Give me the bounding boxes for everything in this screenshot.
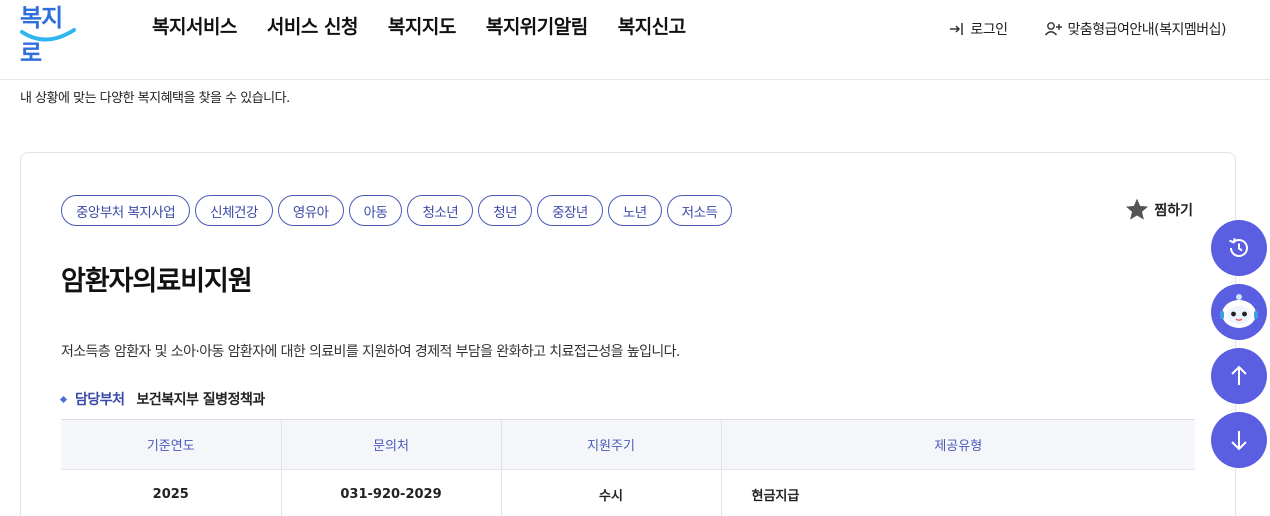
tag-central-ministry[interactable]: 중앙부처 복지사업 [61,195,191,226]
bookmark-label: 찜하기 [1154,202,1193,219]
table-row: 2025 031-920-2029 수시 현금지급 [61,469,1195,516]
logo-smile-icon [20,28,76,42]
tag-child[interactable]: 아동 [348,195,403,226]
logo[interactable]: 복지로 [18,0,80,67]
chatbot-icon [1220,294,1258,328]
department-label: 담당부처 [75,392,125,408]
table-header-row: 기준연도 문의처 지원주기 제공유형 [61,419,1195,470]
scroll-top-button[interactable] [1211,348,1267,404]
header: 복지로 복지서비스 서비스 신청 복지지도 복지위기알림 복지신고 로그인 맞춤… [0,0,1270,80]
department-value: 보건복지부 질병정책과 [136,392,266,408]
cell-base-year: 2025 [152,487,189,503]
login-label: 로그인 [970,22,1008,38]
login-icon [950,23,964,35]
header-provision-type: 제공유형 [720,419,1195,470]
util-menu: 로그인 맞춤형급여안내(복지멤버십) [948,19,1227,39]
arrow-down-icon [1231,431,1247,451]
header-contact: 문의처 [280,419,501,470]
membership-label: 맞춤형급여안내(복지멤버십) [1067,22,1227,38]
header-base-year: 기준연도 [61,419,281,470]
arrow-up-icon [1231,365,1247,385]
page-intro: 내 상황에 맞는 다양한 복지혜택을 찾을 수 있습니다. [20,91,290,106]
header-support-cycle: 지원주기 [500,419,721,470]
user-plus-icon [1044,22,1062,36]
service-description: 저소득층 암환자 및 소아·아동 암환자에 대한 의료비를 지원하여 경제적 부… [61,344,680,360]
history-icon [1229,237,1248,257]
tag-youth[interactable]: 청년 [478,195,533,226]
star-icon [1126,198,1149,220]
recent-history-button[interactable] [1211,220,1267,276]
nav-welfare-report[interactable]: 복지신고 [618,12,686,39]
main-nav: 복지서비스 서비스 신청 복지지도 복지위기알림 복지신고 [152,12,716,39]
scroll-bottom-button[interactable] [1211,412,1267,468]
nav-crisis-alert[interactable]: 복지위기알림 [486,12,588,39]
tag-teen[interactable]: 청소년 [407,195,474,226]
bookmark-button[interactable]: 찜하기 [1124,197,1193,222]
tag-physical-health[interactable]: 신체건강 [195,195,273,226]
cell-contact: 031-920-2029 [280,469,501,516]
tag-infant[interactable]: 영유아 [277,195,344,226]
chatbot-button[interactable] [1211,284,1267,340]
nav-service-apply[interactable]: 서비스 신청 [267,12,359,39]
tag-list: 중앙부처 복지사업 신체건강 영유아 아동 청소년 청년 중장년 노년 저소득 [61,195,737,226]
service-info-table: 기준연도 문의처 지원주기 제공유형 2025 031-920-2029 수시 … [61,419,1195,516]
tag-middle-age[interactable]: 중장년 [537,195,603,226]
nav-welfare-map[interactable]: 복지지도 [388,12,456,39]
tag-low-income[interactable]: 저소득 [666,195,733,226]
service-card: 중앙부처 복지사업 신체건강 영유아 아동 청소년 청년 중장년 노년 저소득 … [20,152,1236,516]
cell-provision-type: 현금지급 [720,469,1195,516]
bullet-icon [59,395,68,403]
department: 담당부처 보건복지부 질병정책과 [59,389,266,409]
cell-support-cycle: 수시 [500,469,721,516]
tag-senior[interactable]: 노년 [607,195,662,226]
login-link[interactable]: 로그인 [948,19,1008,39]
service-title: 암환자의료비지원 [61,266,253,297]
nav-welfare-service[interactable]: 복지서비스 [152,12,237,39]
membership-link[interactable]: 맞춤형급여안내(복지멤버십) [1044,19,1227,39]
